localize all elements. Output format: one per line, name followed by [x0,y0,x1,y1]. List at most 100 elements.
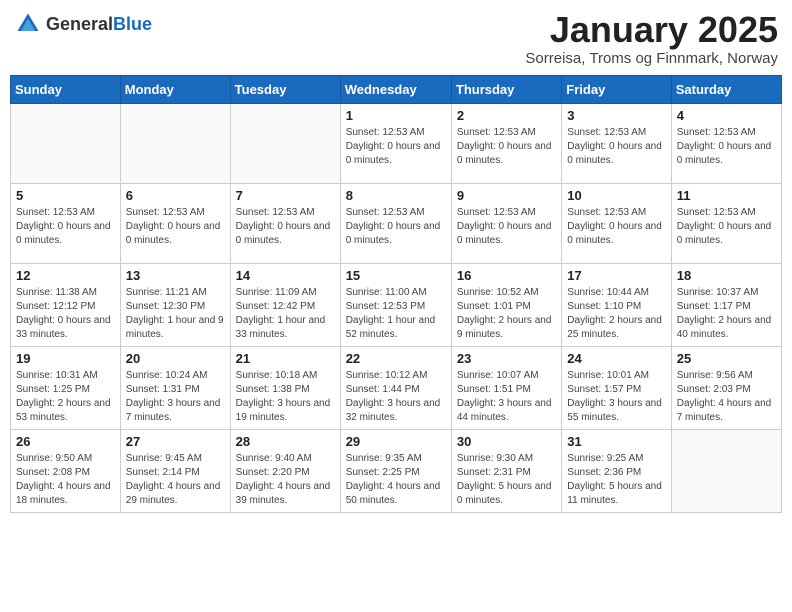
day-info: Sunrise: 9:40 AM Sunset: 2:20 PM Dayligh… [236,452,335,508]
table-cell: 5 Sunset: 12:53 AM Daylight: 0 hours and … [11,183,121,263]
day-info: Sunset: 12:53 AM Daylight: 0 hours and 0… [677,126,776,168]
day-info: Sunset: 12:53 AM Daylight: 0 hours and 0… [677,206,776,248]
calendar-header-row: Sunday Monday Tuesday Wednesday Thursday… [11,75,782,103]
table-cell: 26Sunrise: 9:50 AM Sunset: 2:08 PM Dayli… [11,429,121,512]
col-friday: Friday [562,75,671,103]
day-number: 25 [677,351,776,366]
day-info: Sunset: 12:53 AM Daylight: 0 hours and 0… [567,126,665,168]
week-row-5: 26Sunrise: 9:50 AM Sunset: 2:08 PM Dayli… [11,429,782,512]
day-info: Sunrise: 11:09 AM Sunset: 12:42 PM Dayli… [236,286,335,342]
day-number: 22 [346,351,446,366]
table-cell: 1Sunset: 12:53 AM Daylight: 0 hours and … [340,103,451,183]
day-info: Sunrise: 11:38 AM Sunset: 12:12 PM Dayli… [16,286,115,342]
day-info: Sunrise: 11:21 AM Sunset: 12:30 PM Dayli… [126,286,225,342]
table-cell: 30 Sunrise: 9:30 AM Sunset: 2:31 PM Dayli… [451,429,561,512]
day-info: Sunrise: 10:18 AM Sunset: 1:38 PM Daylig… [236,369,335,425]
col-sunday: Sunday [11,75,121,103]
day-info: Sunrise: 10:01 AM Sunset: 1:57 PM Daylig… [567,369,665,425]
logo: GeneralBlue [14,10,152,38]
day-number: 27 [126,434,225,449]
table-cell: 20 Sunrise: 10:24 AM Sunset: 1:31 PM Dayl… [120,346,230,429]
table-cell: 6Sunset: 12:53 AM Daylight: 0 hours and … [120,183,230,263]
day-number: 13 [126,268,225,283]
day-number: 6 [126,188,225,203]
day-info: Sunrise: 9:35 AM Sunset: 2:25 PM Dayligh… [346,452,446,508]
day-number: 19 [16,351,115,366]
day-number: 12 [16,268,115,283]
table-cell: 13 Sunrise: 11:21 AM Sunset: 12:30 PM Day… [120,263,230,346]
day-info: Sunrise: 10:52 AM Sunset: 1:01 PM Daylig… [457,286,556,342]
day-number: 3 [567,108,665,123]
table-cell: 16 Sunrise: 10:52 AM Sunset: 1:01 PM Dayl… [451,263,561,346]
day-number: 23 [457,351,556,366]
day-number: 21 [236,351,335,366]
col-wednesday: Wednesday [340,75,451,103]
day-number: 15 [346,268,446,283]
table-cell: 7 Sunset: 12:53 AM Daylight: 0 hours and … [230,183,340,263]
table-cell: 2Sunset: 12:53 AM Daylight: 0 hours and … [451,103,561,183]
day-info: Sunrise: 10:31 AM Sunset: 1:25 PM Daylig… [16,369,115,425]
day-info: Sunrise: 10:07 AM Sunset: 1:51 PM Daylig… [457,369,556,425]
table-cell: 21 Sunrise: 10:18 AM Sunset: 1:38 PM Dayl… [230,346,340,429]
day-number: 28 [236,434,335,449]
table-cell: 9 Sunset: 12:53 AM Daylight: 0 hours and … [451,183,561,263]
day-info: Sunset: 12:53 AM Daylight: 0 hours and 0… [346,206,446,248]
day-number: 7 [236,188,335,203]
day-info: Sunset: 12:53 AM Daylight: 0 hours and 0… [567,206,665,248]
title-block: January 2025 Sorreisa, Troms og Finnmark… [525,10,778,67]
day-info: Sunrise: 11:00 AM Sunset: 12:53 PM Dayli… [346,286,446,342]
table-cell: 25Sunrise: 9:56 AM Sunset: 2:03 PM Dayli… [671,346,781,429]
week-row-2: 5 Sunset: 12:53 AM Daylight: 0 hours and … [11,183,782,263]
table-cell [11,103,121,183]
day-number: 14 [236,268,335,283]
table-cell: 24 Sunrise: 10:01 AM Sunset: 1:57 PM Dayl… [562,346,671,429]
day-info: Sunrise: 10:44 AM Sunset: 1:10 PM Daylig… [567,286,665,342]
day-number: 20 [126,351,225,366]
day-number: 9 [457,188,556,203]
day-number: 5 [16,188,115,203]
day-info: Sunset: 12:53 AM Daylight: 0 hours and 0… [457,206,556,248]
col-tuesday: Tuesday [230,75,340,103]
table-cell: 27 Sunrise: 9:45 AM Sunset: 2:14 PM Dayli… [120,429,230,512]
table-cell: 17Sunrise: 10:44 AM Sunset: 1:10 PM Dayl… [562,263,671,346]
day-number: 29 [346,434,446,449]
day-info: Sunrise: 10:24 AM Sunset: 1:31 PM Daylig… [126,369,225,425]
table-cell: 4Sunset: 12:53 AM Daylight: 0 hours and … [671,103,781,183]
day-info: Sunrise: 9:30 AM Sunset: 2:31 PM Dayligh… [457,452,556,508]
table-cell: 12 Sunrise: 11:38 AM Sunset: 12:12 PM Day… [11,263,121,346]
table-cell [671,429,781,512]
day-info: Sunrise: 9:25 AM Sunset: 2:36 PM Dayligh… [567,452,665,508]
day-number: 24 [567,351,665,366]
day-number: 16 [457,268,556,283]
day-number: 11 [677,188,776,203]
table-cell: 11 Sunset: 12:53 AM Daylight: 0 hours and… [671,183,781,263]
day-number: 31 [567,434,665,449]
logo-general: General [46,14,113,34]
table-cell [230,103,340,183]
col-thursday: Thursday [451,75,561,103]
day-info: Sunrise: 10:12 AM Sunset: 1:44 PM Daylig… [346,369,446,425]
table-cell: 19 Sunrise: 10:31 AM Sunset: 1:25 PM Dayl… [11,346,121,429]
table-cell: 8 Sunset: 12:53 AM Daylight: 0 hours and … [340,183,451,263]
location-subtitle: Sorreisa, Troms og Finnmark, Norway [525,50,778,67]
month-title: January 2025 [525,10,778,50]
table-cell: 23 Sunrise: 10:07 AM Sunset: 1:51 PM Dayl… [451,346,561,429]
day-number: 30 [457,434,556,449]
day-info: Sunset: 12:53 AM Daylight: 0 hours and 0… [16,206,115,248]
table-cell: 29 Sunrise: 9:35 AM Sunset: 2:25 PM Dayli… [340,429,451,512]
day-info: Sunrise: 9:50 AM Sunset: 2:08 PM Dayligh… [16,452,115,508]
week-row-1: 1Sunset: 12:53 AM Daylight: 0 hours and … [11,103,782,183]
day-info: Sunrise: 9:45 AM Sunset: 2:14 PM Dayligh… [126,452,225,508]
logo-blue: Blue [113,14,152,34]
table-cell: 31 Sunrise: 9:25 AM Sunset: 2:36 PM Dayli… [562,429,671,512]
day-info: Sunset: 12:53 AM Daylight: 0 hours and 0… [236,206,335,248]
table-cell: 3 Sunset: 12:53 AM Daylight: 0 hours and … [562,103,671,183]
day-number: 8 [346,188,446,203]
day-info: Sunset: 12:53 AM Daylight: 0 hours and 0… [457,126,556,168]
table-cell: 15 Sunrise: 11:00 AM Sunset: 12:53 PM Day… [340,263,451,346]
calendar-table: Sunday Monday Tuesday Wednesday Thursday… [10,75,782,513]
col-saturday: Saturday [671,75,781,103]
table-cell [120,103,230,183]
table-cell: 22 Sunrise: 10:12 AM Sunset: 1:44 PM Dayl… [340,346,451,429]
table-cell: 10Sunset: 12:53 AM Daylight: 0 hours and… [562,183,671,263]
